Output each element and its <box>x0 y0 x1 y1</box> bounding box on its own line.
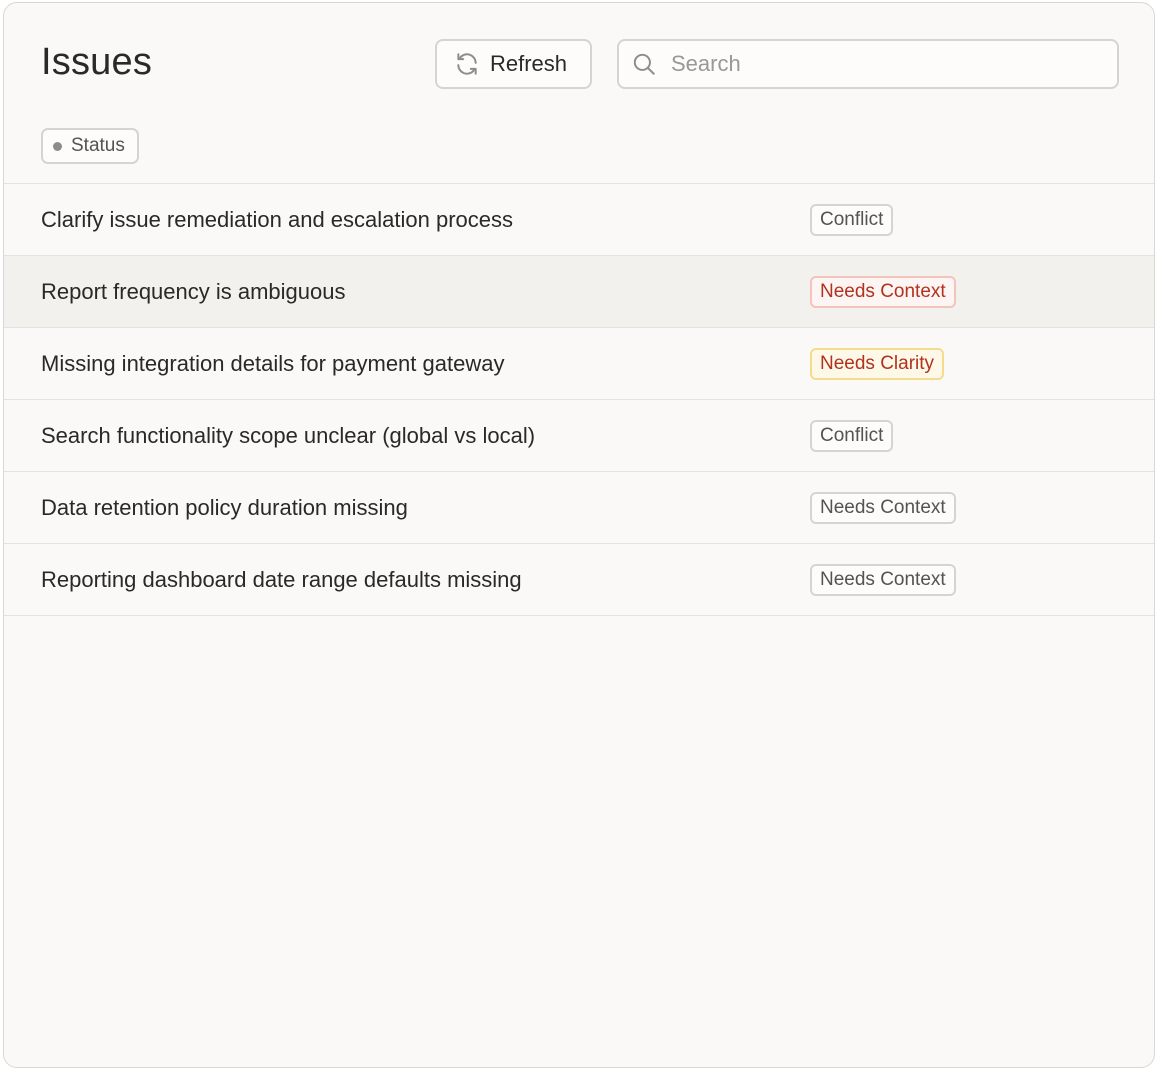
status-badge: Needs Context <box>810 563 956 596</box>
status-filter-chip[interactable]: Status <box>41 128 139 164</box>
issues-header: Issues Refresh Search Status <box>4 3 1154 184</box>
page-title: Issues <box>41 41 153 83</box>
issue-row[interactable]: Data retention policy duration missing N… <box>4 472 1154 544</box>
status-badge: Needs Clarity <box>810 347 945 380</box>
search-input[interactable] <box>669 50 1093 78</box>
status-badge: Conflict <box>810 203 894 236</box>
issue-title: Missing integration details for payment … <box>41 350 505 376</box>
issue-row[interactable]: Clarify issue remediation and escalation… <box>4 184 1154 256</box>
issues-panel: Issues Refresh Search Status Clarify iss… <box>3 2 1155 1068</box>
search-icon <box>631 51 657 77</box>
status-dot-icon <box>53 141 62 151</box>
issue-title: Report frequency is ambiguous <box>41 278 346 304</box>
refresh-button-label: Refresh <box>490 51 568 76</box>
refresh-button[interactable]: Refresh <box>435 39 592 89</box>
issue-row[interactable]: Search functionality scope unclear (glob… <box>4 400 1154 472</box>
issue-row[interactable]: Missing integration details for payment … <box>4 328 1154 400</box>
status-badge: Needs Context <box>810 491 956 524</box>
issue-row[interactable]: Reporting dashboard date range defaults … <box>4 544 1154 616</box>
status-badge: Needs Context <box>810 275 956 308</box>
issue-title: Search functionality scope unclear (glob… <box>41 422 536 448</box>
status-badge: Conflict <box>810 419 894 452</box>
issue-row[interactable]: Report frequency is ambiguous Needs Cont… <box>4 256 1154 328</box>
status-filter-label: Status <box>71 135 125 156</box>
refresh-icon <box>454 51 480 77</box>
issues-list: Clarify issue remediation and escalation… <box>4 184 1154 616</box>
issue-title: Reporting dashboard date range defaults … <box>41 566 522 592</box>
search-box[interactable] <box>617 39 1119 89</box>
issue-title: Clarify issue remediation and escalation… <box>41 206 514 232</box>
issue-title: Data retention policy duration missing <box>41 494 408 520</box>
